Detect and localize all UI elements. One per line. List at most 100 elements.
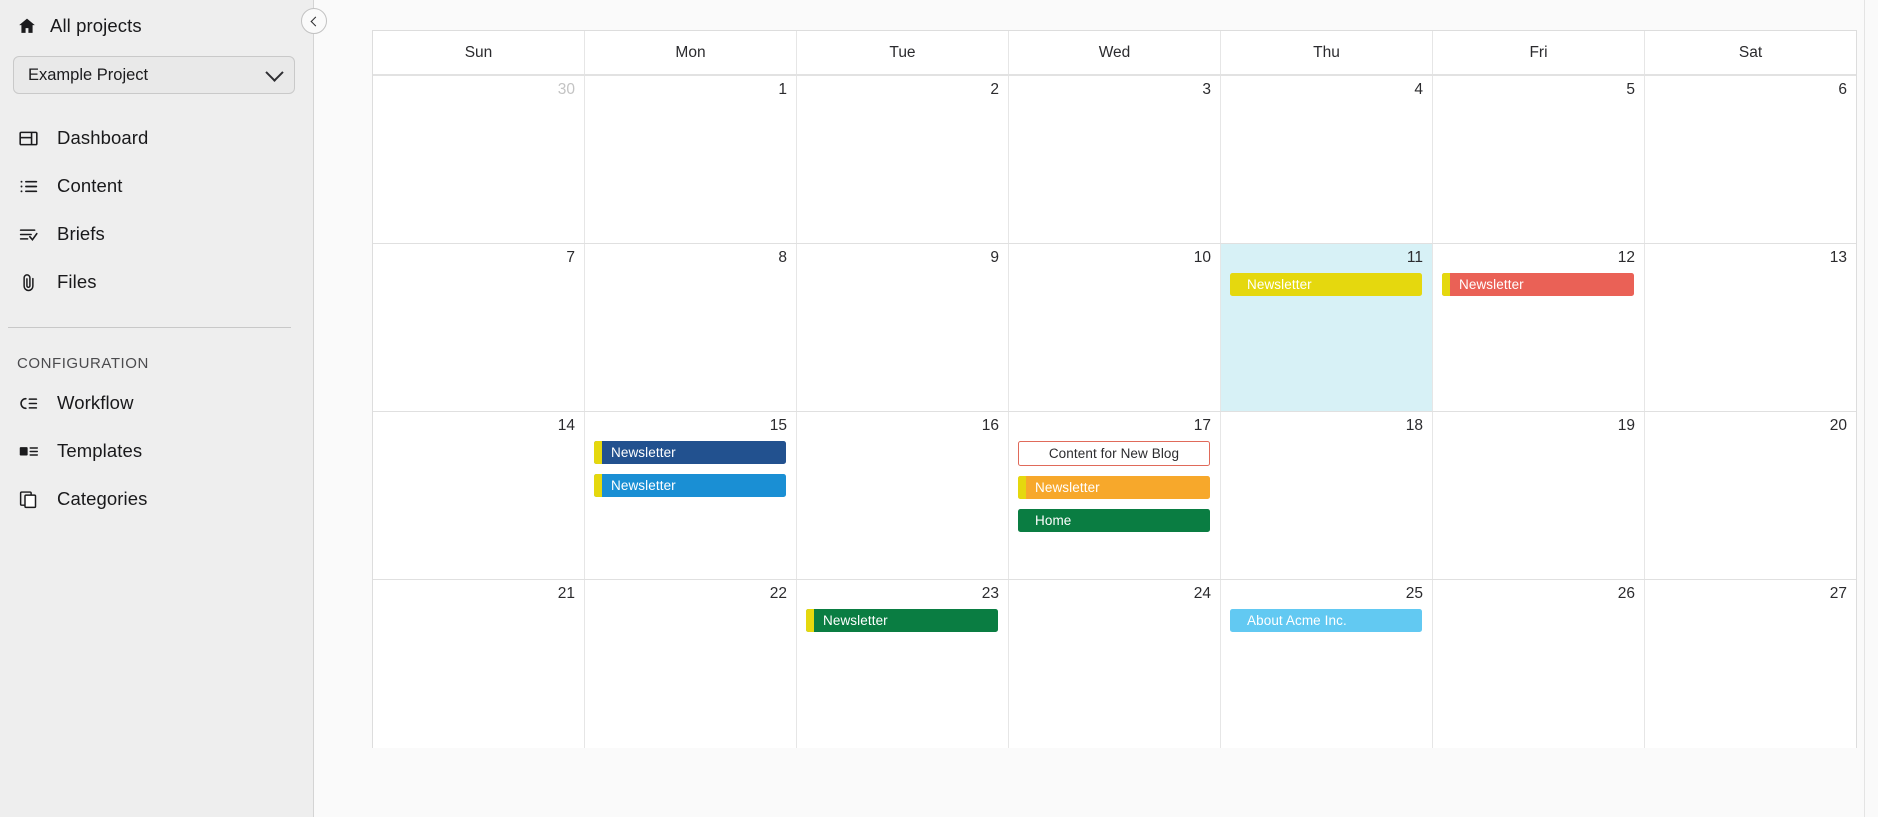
day-number: 18 [1405, 417, 1423, 434]
calendar-day-cell[interactable]: 1 [585, 76, 797, 243]
calendar-day-cell[interactable]: 30 [373, 76, 585, 243]
calendar-day-cell[interactable]: 18 [1221, 412, 1433, 579]
dashboard-icon [18, 128, 39, 149]
sidebar-item-content[interactable]: Content [0, 162, 313, 210]
chevron-left-icon [310, 16, 321, 26]
calendar-day-cell[interactable]: 25 About Acme Inc. [1221, 580, 1433, 748]
all-projects-label: All projects [50, 15, 142, 36]
chevron-down-icon [265, 62, 284, 82]
sidebar-item-briefs-label: Briefs [57, 223, 105, 244]
calendar-event[interactable]: Newsletter [594, 474, 786, 497]
main-content: Sun Mon Tue Wed Thu Fri Sat 30 1 2 3 4 5 6 7 8 9 1… [314, 0, 1878, 817]
calendar-day-cell[interactable]: 24 [1009, 580, 1221, 748]
briefs-icon [18, 224, 39, 245]
sidebar-item-briefs[interactable]: Briefs [0, 210, 313, 258]
event-title: Newsletter [611, 445, 676, 460]
day-number: 15 [769, 417, 787, 434]
sidebar-item-dashboard[interactable]: Dashboard [0, 114, 313, 162]
calendar-day-cell[interactable]: 10 [1009, 244, 1221, 411]
project-selector[interactable]: Example Project [13, 56, 295, 94]
calendar-day-cell[interactable]: 2 [797, 76, 1009, 243]
day-events: Newsletter [797, 609, 1008, 632]
calendar-week-row: 14 15 Newsletter Newsletter 16 17 Content for … [373, 412, 1856, 580]
event-title: Newsletter [611, 478, 676, 493]
calendar-day-cell[interactable]: 7 [373, 244, 585, 411]
sidebar-item-categories[interactable]: Categories [0, 475, 313, 523]
weekday-fri: Fri [1433, 31, 1645, 74]
day-number: 25 [1405, 585, 1423, 602]
day-number: 20 [1829, 417, 1847, 434]
calendar-day-cell[interactable]: 13 [1645, 244, 1856, 411]
sidebar-item-files[interactable]: Files [0, 258, 313, 306]
calendar-week-row: 30 1 2 3 4 5 6 [373, 76, 1856, 244]
day-number: 22 [769, 585, 787, 602]
day-events: Newsletter [1221, 273, 1432, 296]
calendar-day-cell[interactable]: 11 Newsletter [1221, 244, 1433, 411]
calendar-day-cell[interactable]: 27 [1645, 580, 1856, 748]
calendar-day-cell[interactable]: 23 Newsletter [797, 580, 1009, 748]
sidebar-collapse-button[interactable] [301, 8, 327, 34]
event-title: About Acme Inc. [1247, 613, 1347, 628]
calendar-weekday-header: Sun Mon Tue Wed Thu Fri Sat [373, 31, 1856, 76]
calendar-day-cell[interactable]: 26 [1433, 580, 1645, 748]
day-number: 4 [1414, 81, 1423, 98]
calendar-day-cell[interactable]: 20 [1645, 412, 1856, 579]
day-events: Content for New Blog Newsletter Home [1009, 441, 1220, 532]
workflow-icon [18, 393, 39, 414]
calendar-day-cell[interactable]: 12 Newsletter [1433, 244, 1645, 411]
event-title: Newsletter [823, 613, 888, 628]
calendar-event[interactable]: Home [1018, 509, 1210, 532]
calendar-event[interactable]: About Acme Inc. [1230, 609, 1422, 632]
event-title: Home [1035, 513, 1072, 528]
calendar-event[interactable]: Newsletter [594, 441, 786, 464]
categories-icon [18, 489, 39, 510]
home-icon [17, 16, 37, 36]
calendar-event[interactable]: Newsletter [806, 609, 998, 632]
day-number: 3 [1202, 81, 1211, 98]
sidebar-item-templates[interactable]: Templates [0, 427, 313, 475]
day-number: 17 [1193, 417, 1211, 434]
paperclip-icon [18, 272, 39, 293]
event-accent-bar [1442, 273, 1450, 296]
calendar-day-cell[interactable]: 22 [585, 580, 797, 748]
calendar-day-cell[interactable]: 16 [797, 412, 1009, 579]
sidebar-item-dashboard-label: Dashboard [57, 127, 149, 148]
day-events: Newsletter [1433, 273, 1644, 296]
project-selector-value: Example Project [28, 65, 149, 84]
event-accent-bar [594, 441, 602, 464]
calendar-day-cell[interactable]: 9 [797, 244, 1009, 411]
event-title: Newsletter [1459, 277, 1524, 292]
primary-nav: Dashboard Content Briefs Files [0, 114, 313, 306]
day-events: About Acme Inc. [1221, 609, 1432, 632]
calendar-event[interactable]: Newsletter [1230, 273, 1422, 296]
calendar-day-cell[interactable]: 17 Content for New Blog Newsletter Home [1009, 412, 1221, 579]
day-number: 7 [566, 249, 575, 266]
weekday-wed: Wed [1009, 31, 1221, 74]
calendar-event[interactable]: Content for New Blog [1018, 441, 1210, 466]
calendar-day-cell[interactable]: 14 [373, 412, 585, 579]
all-projects-link[interactable]: All projects [0, 2, 313, 50]
calendar-day-cell[interactable]: 15 Newsletter Newsletter [585, 412, 797, 579]
weekday-mon: Mon [585, 31, 797, 74]
calendar-event[interactable]: Newsletter [1442, 273, 1634, 296]
calendar-day-cell[interactable]: 19 [1433, 412, 1645, 579]
day-number: 11 [1406, 249, 1423, 266]
day-number: 9 [990, 249, 999, 266]
vertical-scrollbar[interactable] [1864, 0, 1878, 817]
day-number: 23 [981, 585, 999, 602]
sidebar-item-workflow[interactable]: Workflow [0, 379, 313, 427]
calendar-day-cell[interactable]: 5 [1433, 76, 1645, 243]
calendar-event[interactable]: Newsletter [1018, 476, 1210, 499]
sidebar-item-content-label: Content [57, 175, 123, 196]
calendar-day-cell[interactable]: 4 [1221, 76, 1433, 243]
day-number: 6 [1838, 81, 1847, 98]
calendar-day-cell[interactable]: 6 [1645, 76, 1856, 243]
calendar-day-cell[interactable]: 8 [585, 244, 797, 411]
calendar-day-cell[interactable]: 21 [373, 580, 585, 748]
calendar-day-cell[interactable]: 3 [1009, 76, 1221, 243]
day-events: Newsletter Newsletter [585, 441, 796, 497]
weekday-thu: Thu [1221, 31, 1433, 74]
event-title: Content for New Blog [1048, 446, 1180, 461]
day-number: 12 [1617, 249, 1635, 266]
app-root: All projects Example Project Dashboard C… [0, 0, 1878, 817]
